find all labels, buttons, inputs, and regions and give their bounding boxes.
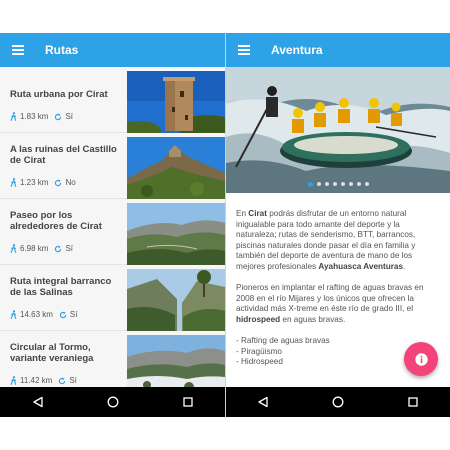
navigation-bar	[226, 387, 450, 417]
home-icon[interactable]	[103, 392, 123, 412]
walking-icon	[10, 376, 17, 385]
carousel-dot[interactable]	[340, 182, 345, 186]
article-paragraph-2: Pioneros en implantar el rafting de agua…	[236, 283, 438, 325]
route-distance: 1.23 km	[20, 178, 49, 187]
app-bar: Rutas	[0, 33, 225, 67]
list-item[interactable]: Ruta integral barranco de las Salinas 14…	[0, 265, 225, 333]
walking-icon	[10, 310, 17, 319]
navigation-bar	[0, 387, 225, 417]
activity-item: - Rafting de aguas bravas	[236, 336, 330, 346]
route-circular: Sí	[69, 376, 77, 385]
route-image-tower	[127, 71, 225, 135]
route-circular: Sí	[69, 310, 78, 319]
route-circular: No	[65, 178, 76, 187]
menu-icon[interactable]	[0, 33, 36, 67]
info-icon	[414, 352, 428, 366]
route-circular: Sí	[65, 112, 74, 121]
carousel-dot[interactable]	[307, 181, 313, 187]
loop-icon	[55, 245, 62, 252]
route-meta: 1.23 km No	[10, 178, 76, 187]
article-body: En Cirat podrás disfrutar de un entorno …	[236, 209, 438, 367]
recents-icon[interactable]	[403, 392, 423, 412]
highlight-cirat: Cirat	[248, 209, 267, 218]
walking-icon	[10, 112, 17, 121]
highlight-company: Ayahuasca Aventuras	[318, 261, 404, 271]
walking-icon	[10, 178, 17, 187]
route-title: Ruta urbana por Cirat	[10, 89, 108, 100]
route-image-valley	[127, 203, 225, 267]
carousel-dot[interactable]	[364, 182, 369, 186]
text-run: En	[236, 209, 249, 218]
text-run: en aguas bravas.	[280, 314, 346, 324]
status-bar	[0, 0, 225, 33]
route-title: Paseo por los alrededores de Cirat	[10, 210, 102, 232]
article-paragraph-1: En Cirat podrás disfrutar de un entorno …	[236, 209, 438, 273]
carousel-indicator[interactable]	[226, 181, 450, 187]
route-distance: 11.42 km	[20, 376, 53, 385]
loop-icon	[55, 113, 62, 120]
highlight-hidrospeed: hidrospeed	[236, 314, 281, 324]
routes-list[interactable]: Ruta urbana por Cirat 1.83 km Sí A las r…	[0, 67, 225, 387]
loop-icon	[59, 311, 67, 318]
list-item[interactable]: A las ruinas del Castillo de Cirat 1.23 …	[0, 133, 225, 201]
app-bar-title: Aventura	[271, 43, 323, 57]
text-run: .	[403, 261, 406, 271]
carousel-dot[interactable]	[348, 182, 353, 186]
hero-image-rafting[interactable]	[226, 67, 450, 193]
app-bar: Aventura	[226, 33, 450, 67]
route-meta: 14.63 km Sí	[10, 310, 77, 319]
route-distance: 14.63 km	[20, 310, 53, 319]
route-image-castle-hill	[127, 137, 225, 201]
walking-icon	[10, 244, 17, 253]
route-meta: 11.42 km Sí	[10, 376, 77, 385]
route-meta: 1.83 km Sí	[10, 112, 73, 121]
route-distance: 1.83 km	[20, 112, 49, 121]
text-run: Pioneros en implantar el rafting de agua…	[236, 283, 424, 314]
carousel-dot[interactable]	[356, 182, 361, 186]
loop-icon	[59, 377, 66, 384]
route-title: A las ruinas del Castillo de Cirat	[10, 144, 117, 166]
route-meta: 6.98 km Sí	[10, 244, 73, 253]
route-image-ravine	[127, 269, 225, 333]
loop-icon	[55, 179, 62, 186]
carousel-dot[interactable]	[332, 182, 337, 186]
route-image-snow-valley	[127, 335, 225, 387]
menu-icon[interactable]	[226, 33, 262, 67]
list-item[interactable]: Circular al Tormo, variante veraniega 11…	[0, 331, 225, 387]
rutas-screen: Rutas Ruta urbana por Cirat 1.83 km Sí A…	[0, 0, 225, 450]
route-distance: 6.98 km	[20, 244, 49, 253]
carousel-dot[interactable]	[316, 182, 321, 186]
bottom-margin	[226, 417, 450, 450]
carousel-dot[interactable]	[324, 182, 329, 186]
route-title: Circular al Tormo, variante veraniega	[10, 342, 94, 364]
bottom-margin	[0, 417, 225, 450]
home-icon[interactable]	[328, 392, 348, 412]
back-icon[interactable]	[28, 392, 48, 412]
recents-icon[interactable]	[178, 392, 198, 412]
status-bar	[226, 0, 450, 33]
app-bar-title: Rutas	[45, 43, 79, 57]
route-title: Ruta integral barranco de las Salinas	[10, 276, 112, 298]
list-item[interactable]: Paseo por los alrededores de Cirat 6.98 …	[0, 199, 225, 267]
route-circular: Sí	[65, 244, 74, 253]
back-icon[interactable]	[253, 392, 273, 412]
aventura-screen: Aventura En Cirat podrás disfrutar de un…	[226, 0, 450, 450]
list-item[interactable]: Ruta urbana por Cirat 1.83 km Sí	[0, 67, 225, 135]
info-button[interactable]	[404, 342, 438, 376]
